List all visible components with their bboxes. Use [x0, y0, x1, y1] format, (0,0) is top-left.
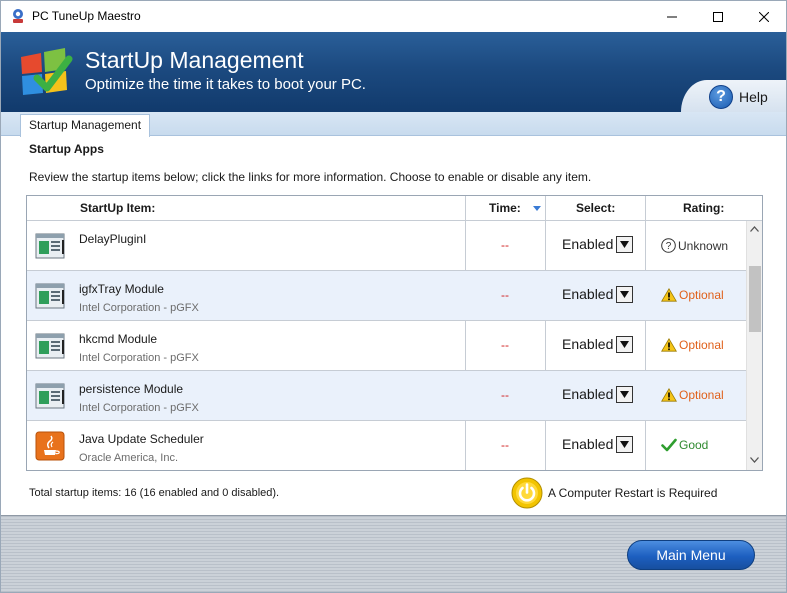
page-subtitle: Optimize the time it takes to boot your …	[85, 76, 366, 93]
item-publisher: Intel Corporation - pGFX	[79, 402, 199, 414]
item-rating-label: Unknown	[678, 238, 729, 253]
dropdown-button[interactable]	[616, 436, 633, 453]
question-icon: ?	[661, 238, 676, 253]
minimize-icon	[667, 16, 677, 17]
dropdown-arrow-icon	[620, 391, 629, 398]
startup-table: StartUp Item: Time: Select: Rating: Dela…	[26, 195, 763, 471]
item-rating: Optional	[661, 338, 724, 352]
item-time: --	[501, 338, 509, 352]
item-time: --	[501, 438, 509, 452]
item-status-select[interactable]: Enabled	[562, 336, 613, 352]
item-name-link[interactable]: hkcmd Module	[79, 332, 157, 346]
item-publisher: Oracle America, Inc.	[79, 452, 179, 464]
item-name-link[interactable]: igfxTray Module	[79, 282, 164, 296]
item-name-link[interactable]: persistence Module	[79, 382, 183, 396]
item-publisher: Intel Corporation - pGFX	[79, 302, 199, 314]
table-row[interactable]: hkcmd Module Intel Corporation - pGFX --…	[27, 321, 746, 371]
item-status-select[interactable]: Enabled	[562, 236, 613, 252]
item-status-select[interactable]: Enabled	[562, 286, 613, 302]
app-window-icon	[35, 281, 65, 311]
window-title: PC TuneUp Maestro	[32, 9, 141, 23]
startup-total-text: Total startup items: 16 (16 enabled and …	[29, 487, 280, 499]
close-icon	[759, 11, 769, 22]
item-rating-label: Optional	[679, 288, 724, 302]
warning-icon	[661, 288, 677, 302]
section-title: Startup Apps	[29, 142, 104, 156]
column-header-time[interactable]: Time:	[489, 196, 521, 221]
dropdown-button[interactable]	[616, 236, 633, 253]
tab-startup-management[interactable]: Startup Management	[20, 114, 151, 137]
app-window: PC TuneUp Maestro StartUp Management Opt…	[0, 0, 787, 593]
maximize-icon	[713, 11, 723, 22]
dropdown-arrow-icon	[620, 241, 629, 248]
app-logo-icon	[13, 9, 23, 23]
item-rating: Optional	[661, 388, 724, 402]
help-link[interactable]: Help	[739, 89, 768, 105]
column-header-select[interactable]: Select:	[576, 196, 615, 221]
item-time: --	[501, 388, 509, 402]
restart-required-text: A Computer Restart is Required	[548, 486, 718, 500]
app-window-icon	[35, 331, 65, 361]
item-rating: ? Unknown	[661, 238, 728, 253]
warning-icon	[661, 338, 677, 352]
app-window-icon	[35, 231, 65, 261]
page-header: StartUp Management Optimize the time it …	[1, 32, 786, 112]
scroll-up-icon[interactable]	[750, 226, 759, 232]
page-title: StartUp Management	[85, 47, 304, 73]
item-publisher: Intel Corporation - pGFX	[79, 352, 199, 364]
dropdown-arrow-icon	[620, 341, 629, 348]
item-rating: Good	[661, 438, 708, 452]
close-button[interactable]	[741, 1, 787, 32]
item-status-select[interactable]: Enabled	[562, 386, 613, 402]
sort-down-icon[interactable]	[533, 206, 541, 211]
item-rating-label: Optional	[679, 338, 724, 352]
dropdown-arrow-icon	[620, 291, 629, 298]
table-header: StartUp Item: Time: Select: Rating:	[27, 196, 762, 221]
dropdown-arrow-icon	[620, 441, 629, 448]
section-description: Review the startup items below; click th…	[29, 170, 592, 184]
windows-check-logo-icon	[21, 48, 73, 95]
power-icon	[511, 477, 543, 509]
item-status-select[interactable]: Enabled	[562, 436, 613, 452]
warning-icon	[661, 388, 677, 402]
table-row[interactable]: Java Update Scheduler Oracle America, In…	[27, 421, 746, 470]
dropdown-button[interactable]	[616, 286, 633, 303]
table-row[interactable]: persistence Module Intel Corporation - p…	[27, 371, 746, 421]
item-name-link[interactable]: DelayPluginI	[79, 232, 146, 246]
minimize-button[interactable]	[649, 1, 695, 32]
scrollbar-thumb[interactable]	[749, 266, 761, 332]
main-menu-button[interactable]: Main Menu	[627, 540, 755, 570]
help-area	[681, 80, 786, 112]
tab-strip: Startup Management	[1, 112, 786, 137]
item-time: --	[501, 238, 509, 252]
table-scrollbar[interactable]	[746, 221, 762, 470]
table-row[interactable]: DelayPluginI -- Enabled ? Unknown	[27, 221, 746, 271]
column-header-item[interactable]: StartUp Item:	[80, 196, 155, 221]
title-bar: PC TuneUp Maestro	[1, 1, 786, 32]
dropdown-button[interactable]	[616, 336, 633, 353]
dropdown-button[interactable]	[616, 386, 633, 403]
svg-text:?: ?	[666, 241, 672, 252]
maximize-button[interactable]	[695, 1, 741, 32]
check-icon	[661, 438, 677, 452]
app-window-icon	[35, 381, 65, 411]
item-rating: Optional	[661, 288, 724, 302]
java-icon	[35, 431, 65, 461]
table-row[interactable]: igfxTray Module Intel Corporation - pGFX…	[27, 271, 746, 321]
help-icon[interactable]: ?	[709, 85, 733, 109]
column-header-rating[interactable]: Rating:	[683, 196, 724, 221]
item-time: --	[501, 288, 509, 302]
item-rating-label: Good	[679, 438, 709, 452]
item-name-link[interactable]: Java Update Scheduler	[79, 432, 204, 446]
scroll-down-icon[interactable]	[750, 457, 759, 463]
item-rating-label: Optional	[679, 388, 724, 402]
